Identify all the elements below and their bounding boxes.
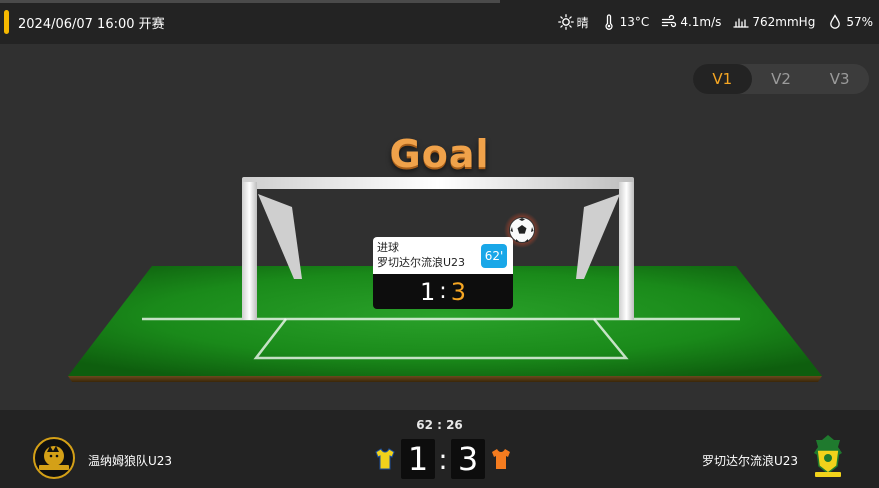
pitch-scene (68, 177, 822, 382)
weather-wind: 4.1m/s (661, 14, 721, 30)
away-jersey-icon (492, 449, 510, 469)
weather-bar: 晴 13°C 4.1m/s 762mmHg 57% (557, 0, 873, 44)
home-jersey-icon (375, 448, 395, 470)
version-v3-button[interactable]: V3 (810, 64, 869, 94)
weather-condition: 晴 (557, 14, 589, 31)
match-clock: 62 : 26 (416, 418, 463, 432)
home-score: 1 (401, 439, 435, 479)
match-start-time: 2024/06/07 16:00 开赛 (18, 16, 165, 32)
humidity-value: 57% (846, 15, 873, 29)
weather-humidity: 57% (827, 14, 873, 30)
version-v2-button[interactable]: V2 (752, 64, 811, 94)
humidity-drop-icon (827, 14, 843, 30)
weather-temperature: 13°C (601, 14, 650, 30)
event-card-info: 进球 罗切达尔流浪U23 62' (373, 237, 513, 274)
event-minute-badge: 62' (481, 244, 507, 268)
event-card: 进球 罗切达尔流浪U23 62' 1 : 3 (373, 237, 513, 309)
weather-pressure: 762mmHg (733, 14, 815, 30)
home-team-name: 温纳姆狼队U23 (88, 454, 173, 468)
animation-stage: V1 V2 V3 Goal 进球 罗切达尔流浪U23 62' 1 : 3 (0, 44, 879, 410)
version-switch: V1 V2 V3 (693, 64, 869, 94)
event-score-home: 1 (420, 277, 436, 306)
accent-bar (4, 10, 9, 34)
event-score-away: 3 (450, 277, 466, 306)
live-match-widget: 2024/06/07 16:00 开赛 晴 13°C 4.1m/s 762mmH… (0, 0, 879, 488)
pressure-icon (733, 14, 750, 30)
wind-value: 4.1m/s (680, 15, 722, 29)
away-team-logo (814, 435, 842, 477)
scoreboard: 1 : 3 (375, 439, 515, 479)
thermometer-icon (601, 14, 617, 30)
match-header: 2024/06/07 16:00 开赛 晴 13°C 4.1m/s 762mmH… (0, 0, 879, 44)
weather-condition-label: 晴 (576, 15, 589, 30)
event-card-score: 1 : 3 (373, 274, 513, 309)
event-score-separator: : (439, 279, 447, 304)
temperature-value: 13°C (619, 15, 650, 29)
pressure-value: 762mmHg (752, 15, 816, 29)
score-bar: 62 : 26 温纳姆狼队U23 1 : 3 罗切达尔流浪U23 (0, 410, 879, 488)
wind-icon (661, 14, 677, 30)
header-progress-line (0, 0, 500, 3)
home-team-logo (33, 437, 75, 479)
goal-event-title: Goal (389, 132, 490, 176)
away-score: 3 (451, 439, 485, 479)
score-separator: : (438, 442, 448, 476)
version-v1-button[interactable]: V1 (693, 64, 752, 94)
sun-icon (557, 14, 574, 30)
away-team-name: 罗切达尔流浪U23 (701, 454, 798, 468)
